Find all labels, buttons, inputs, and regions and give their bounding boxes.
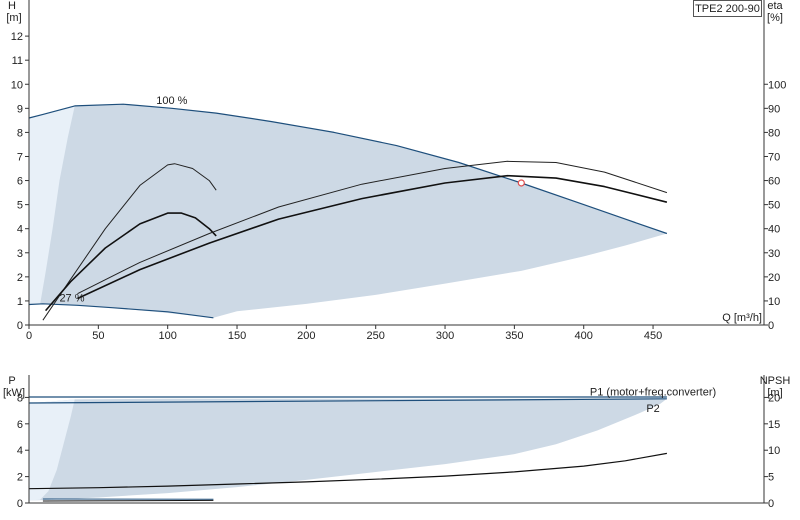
- head-chart-ytick-left-label: 8: [17, 127, 23, 139]
- head-chart-annotation: 100 %: [156, 95, 187, 107]
- head-chart-ytick-left-label: 5: [17, 200, 23, 212]
- head-chart-ytick-left-label: 2: [17, 272, 23, 284]
- head-chart-ytick-right-label: 30: [768, 248, 780, 260]
- power-chart-ytick-left-label: 4: [17, 445, 23, 457]
- head-chart-ytick-right-label: 90: [768, 103, 780, 115]
- head-chart-ytick-right-label: 80: [768, 127, 780, 139]
- power-chart-series-label: P1 (motor+freq.converter): [590, 386, 716, 398]
- head-chart-xtick-label: 300: [436, 330, 454, 342]
- head-chart-ytick-left-label: 9: [17, 103, 23, 115]
- head-chart-ytick-right-label: 100: [768, 79, 786, 91]
- power-chart-ylabel-left: P: [8, 375, 15, 387]
- head-chart-ytick-left-label: 3: [17, 248, 23, 260]
- head-chart-ytick-left-label: 7: [17, 151, 23, 163]
- head-chart-ytick-left-label: 10: [11, 79, 23, 91]
- head-chart-ytick-right-label: 50: [768, 200, 780, 212]
- head-chart-xtick-label: 0: [26, 330, 32, 342]
- pump-performance-chart: 012345678910111201020304050607080901000 5…: [3, 0, 791, 510]
- power-chart-ytick-right-label: 15: [768, 419, 780, 431]
- head-chart-operating-region: [29, 104, 667, 318]
- head-chart-xtick-label: 250: [367, 330, 385, 342]
- head-chart-group: [25, 0, 768, 329]
- chart-title-box: TPE2 200-90: [693, 0, 762, 17]
- head-chart-ytick-right-label: 40: [768, 224, 780, 236]
- head-chart-xlabel: Q [m³/h]: [722, 312, 762, 324]
- head-chart-ytick-right-label: 70: [768, 151, 780, 163]
- head-chart-ytick-left-label: 0: [17, 320, 23, 332]
- head-chart-xtick-label: 100: [158, 330, 176, 342]
- head-chart-ytick-left-label: 1: [17, 296, 23, 308]
- power-chart-ylabel-left-unit: [kW]: [3, 387, 25, 399]
- power-chart-ytick-left-label: 0: [17, 498, 23, 510]
- head-chart-ytick-left-label: 12: [11, 31, 23, 43]
- head-chart-ylabel-right: eta: [767, 0, 783, 12]
- power-chart-ylabel-right: NPSH: [760, 375, 791, 387]
- head-chart-ylabel-left: H: [8, 0, 16, 12]
- head-chart-ytick-right-label: 60: [768, 176, 780, 188]
- head-chart-ytick-left-label: 6: [17, 176, 23, 188]
- power-chart-operating-region: [29, 398, 667, 501]
- head-chart-xtick-label: 400: [575, 330, 593, 342]
- head-chart-ylabel-right-unit: [%]: [767, 12, 783, 24]
- head-chart-operating-point: [517, 179, 525, 187]
- power-chart-ytick-left-label: 2: [17, 472, 23, 484]
- head-chart-ytick-left-label: 11: [12, 55, 23, 67]
- head-chart-ytick-right-label: 0: [768, 320, 774, 332]
- head-chart-xtick-label: 350: [505, 330, 523, 342]
- power-chart-ytick-right-label: 0: [768, 498, 774, 510]
- head-chart-xtick-label: 150: [228, 330, 246, 342]
- head-chart-xtick-label: 50: [92, 330, 104, 342]
- power-chart-ytick-right-label: 5: [768, 472, 774, 484]
- head-chart-xtick-label: 450: [644, 330, 662, 342]
- chart-title: TPE2 200-90: [695, 3, 760, 15]
- power-chart-series-label: P2: [646, 403, 659, 415]
- power-chart-ytick-right-label: 10: [768, 445, 780, 457]
- power-chart-ylabel-right-unit: [m]: [767, 387, 782, 399]
- head-chart-annotation: 27 %: [59, 292, 84, 304]
- power-chart-series-3: [42, 499, 214, 502]
- power-chart-ytick-left-label: 6: [17, 419, 23, 431]
- head-chart-ytick-right-label: 10: [768, 296, 780, 308]
- head-chart-xtick-label: 200: [297, 330, 315, 342]
- head-chart-ylabel-left-unit: [m]: [6, 12, 21, 24]
- head-chart-ytick-left-label: 4: [17, 224, 23, 236]
- head-chart-ytick-right-label: 20: [768, 272, 780, 284]
